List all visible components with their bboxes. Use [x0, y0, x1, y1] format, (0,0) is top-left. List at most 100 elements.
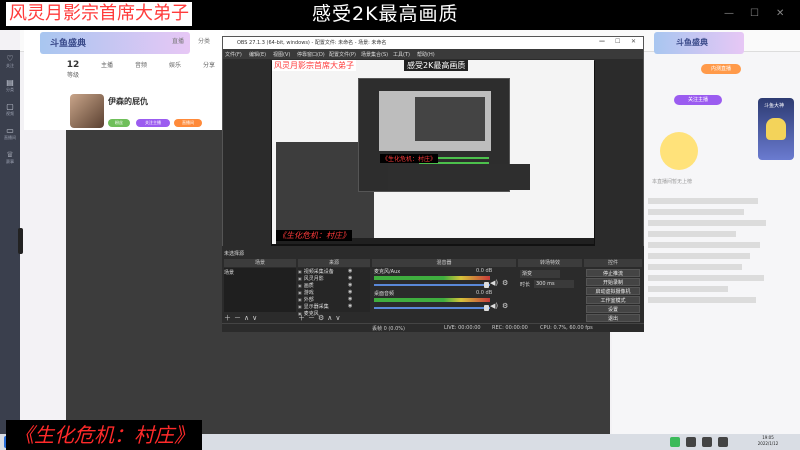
sidebar-item-room[interactable]: ▭ 直播间: [0, 122, 20, 146]
menu-scene-collection[interactable]: 场景集合(S): [361, 51, 388, 58]
transition-duration-input[interactable]: 300 ms: [534, 280, 574, 288]
scene-toolbar-icons[interactable]: ＋－∧∨: [224, 313, 260, 323]
stat-host[interactable]: 主播: [94, 60, 120, 69]
gift-icon: ▤: [6, 78, 14, 87]
stat-share[interactable]: 分享: [196, 60, 222, 69]
stat-audio[interactable]: 音频: [128, 60, 154, 69]
visibility-eye-icon[interactable]: ◉: [348, 275, 352, 281]
source-item[interactable]: 显示器采集: [298, 303, 329, 310]
settings-button[interactable]: 设置: [586, 305, 640, 313]
menu-view[interactable]: 视图(V): [273, 51, 290, 58]
stat-level[interactable]: 12 等级: [60, 60, 86, 79]
menu-file[interactable]: 文件(F): [225, 51, 242, 58]
source-toolbar-icons[interactable]: ＋－⚙∧∨: [298, 313, 344, 323]
menu-profile[interactable]: 配置文件(P): [329, 51, 356, 58]
source-item[interactable]: 画质: [298, 282, 314, 289]
network-icon[interactable]: [686, 437, 696, 447]
obs-minimize-icon[interactable]: —: [599, 38, 605, 45]
obs-close-icon[interactable]: ✕: [631, 38, 636, 45]
speaker-icon[interactable]: ◀): [490, 302, 498, 310]
visibility-eye-icon[interactable]: ◉: [348, 303, 352, 309]
badge-card[interactable]: 斗鱼大神: [758, 98, 794, 160]
maximize-icon[interactable]: ☐: [750, 8, 759, 19]
video-icon: ▢: [6, 102, 14, 111]
obs-title-bar: OBS 27.1.3 (64-bit, windows) - 配置文件: 未命名…: [223, 37, 643, 49]
no-source-selected: 未选择源: [224, 251, 245, 257]
volume-slider[interactable]: [374, 284, 490, 286]
volume-slider-handle[interactable]: [484, 305, 489, 311]
sidebar-item-video[interactable]: ▢ 视频: [0, 98, 20, 122]
nav-link-category[interactable]: 分类: [198, 36, 210, 45]
follow-pill[interactable]: 关注主播: [136, 119, 170, 127]
volume-slider[interactable]: [374, 307, 490, 309]
gear-icon[interactable]: ⚙: [502, 302, 508, 310]
sidebar-item-events[interactable]: ♕ 赛事: [0, 146, 20, 170]
gear-icon[interactable]: ⚙: [502, 279, 508, 287]
right-banner-text: 斗鱼盛典: [676, 38, 708, 47]
audio-meter: [374, 298, 490, 302]
ime-icon[interactable]: [718, 437, 728, 447]
visibility-eye-icon[interactable]: ◉: [348, 282, 352, 288]
source-item[interactable]: 外部: [298, 296, 314, 303]
badge-label: 斗鱼大神: [764, 103, 785, 109]
follow-host-button[interactable]: 关注主播: [674, 95, 722, 105]
scene-item[interactable]: 场景: [224, 269, 234, 276]
menu-edit[interactable]: 编辑(E): [249, 51, 266, 58]
game-title-subtitle: 《生化危机：村庄》: [6, 420, 202, 450]
heart-icon: ♡: [6, 54, 14, 63]
wechat-icon[interactable]: [670, 437, 680, 447]
source-item[interactable]: 视频采集设备: [298, 268, 334, 275]
transition-type-select[interactable]: 渐变: [520, 270, 560, 278]
tv-icon: ▭: [6, 126, 14, 135]
rec-time: REC: 00:00:00: [492, 325, 528, 331]
audio-meter: [374, 276, 490, 280]
stat-fun[interactable]: 娱乐: [162, 60, 188, 69]
exit-button[interactable]: 退出: [586, 314, 640, 322]
visibility-eye-icon[interactable]: ◉: [348, 296, 352, 302]
fan-pill[interactable]: 粉丝: [108, 119, 130, 127]
studio-mode-button[interactable]: 工作室模式: [586, 296, 640, 304]
nested-quality-text: 感受2K最高画质: [404, 60, 469, 71]
quality-text-overlay: 感受2K最高画质: [312, 3, 459, 25]
trophy-icon: ♕: [6, 150, 14, 159]
mixer-mic-label: 桌面音频: [374, 291, 395, 297]
visibility-eye-icon[interactable]: ◉: [348, 268, 352, 274]
mascot-image: [660, 132, 698, 170]
menu-help[interactable]: 帮助(H): [417, 51, 435, 58]
obs-maximize-icon[interactable]: ☐: [615, 38, 620, 45]
volume-slider-handle[interactable]: [484, 282, 489, 288]
obs-status-bar: 丢帧 0 (0.0%) LIVE: 00:00:00 REC: 00:00:00…: [222, 323, 644, 332]
streamer-stats: 12 等级 主播 音频 娱乐 分享: [60, 60, 225, 86]
speaker-icon[interactable]: ◀): [490, 279, 498, 287]
stop-streaming-button[interactable]: 停止推流: [586, 269, 640, 277]
scenes-list[interactable]: [224, 268, 296, 312]
start-recording-button[interactable]: 开始录制: [586, 278, 640, 286]
sidebar-collapse-handle[interactable]: [18, 228, 23, 254]
source-item[interactable]: 风灵月影: [298, 275, 324, 282]
stream-title-overlay: 风灵月影宗首席大弟子: [6, 2, 192, 26]
sidebar-item-category[interactable]: ▤ 分类: [0, 74, 20, 98]
transitions-dock-header: 转场特效: [518, 259, 582, 267]
virtual-camera-button[interactable]: 启动虚拟摄像机: [586, 287, 640, 295]
nested-subtitle: 《生化危机：村庄》: [276, 230, 352, 241]
visibility-eye-icon[interactable]: ◉: [348, 289, 352, 295]
trophy-icon: [766, 118, 786, 140]
room-pill[interactable]: 直播间: [174, 119, 202, 127]
beta-live-button[interactable]: 内测直播: [701, 64, 741, 74]
menu-docks[interactable]: 停靠窗口(D): [297, 51, 325, 58]
source-item[interactable]: 游戏: [298, 289, 314, 296]
avatar[interactable]: [70, 94, 104, 128]
volume-icon[interactable]: [702, 437, 712, 447]
nested-subtitle-small: 《生化危机：村庄》: [380, 154, 439, 163]
nested-obs-inner: [415, 97, 485, 141]
taskbar-clock[interactable]: 19:05 2022/1/12: [748, 435, 788, 447]
left-sidebar: ♡ 关注 ▤ 分类 ▢ 视频 ▭ 直播间 ♕ 赛事: [0, 50, 20, 434]
controls-dock-header: 控件: [584, 259, 642, 267]
close-icon[interactable]: ✕: [776, 8, 784, 19]
cpu-fps: CPU: 0.7%, 60.00 fps: [540, 325, 593, 331]
menu-tools[interactable]: 工具(T): [393, 51, 410, 58]
minimize-icon[interactable]: —: [724, 8, 734, 19]
nav-link-live[interactable]: 直播: [172, 36, 184, 45]
left-banner-text: 斗鱼盛典: [50, 39, 87, 49]
sidebar-item-follow[interactable]: ♡ 关注: [0, 50, 20, 74]
